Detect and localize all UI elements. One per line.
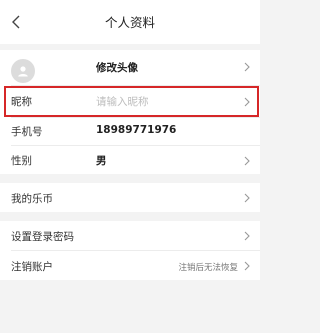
gender-value: 男 (96, 155, 107, 167)
change-avatar-label: 修改头像 (96, 62, 138, 74)
phone-label: 手机号 (11, 126, 43, 138)
cancel-account-label: 注销账户 (11, 261, 53, 273)
phone-row: 手机号 18989771976 (0, 118, 260, 144)
chevron-right-icon (244, 97, 250, 107)
profile-page: 个人资料 修改头像 昵称 请输入昵称 手机号 18989771976 性别 男 … (0, 0, 260, 333)
chevron-right-icon (244, 156, 250, 166)
cancel-account-row[interactable]: 注销账户 注销后无法恢复 (0, 251, 260, 280)
chevron-right-icon (244, 231, 250, 241)
avatar-row[interactable]: 修改头像 (0, 50, 260, 84)
set-password-label: 设置登录密码 (11, 231, 74, 243)
nickname-input[interactable]: 请输入昵称 (96, 94, 149, 109)
nickname-row[interactable]: 昵称 请输入昵称 (0, 87, 260, 116)
phone-value: 18989771976 (96, 124, 177, 136)
avatar[interactable] (11, 59, 35, 83)
gender-label: 性别 (11, 155, 32, 167)
set-password-row[interactable]: 设置登录密码 (0, 221, 260, 250)
chevron-right-icon (244, 261, 250, 271)
chevron-right-icon (244, 193, 250, 203)
coins-section: 我的乐币 (0, 183, 260, 212)
cancel-account-hint: 注销后无法恢复 (178, 263, 238, 273)
divider (11, 85, 260, 86)
profile-section: 修改头像 昵称 请输入昵称 手机号 18989771976 性别 男 (0, 50, 260, 174)
account-section: 设置登录密码 注销账户 注销后无法恢复 (0, 221, 260, 280)
my-coins-row[interactable]: 我的乐币 (0, 183, 260, 212)
my-coins-label: 我的乐币 (11, 193, 53, 205)
nav-bar: 个人资料 (0, 0, 260, 44)
chevron-right-icon (244, 62, 250, 72)
user-icon (18, 66, 28, 77)
nickname-label: 昵称 (11, 96, 32, 108)
page-title: 个人资料 (104, 15, 155, 30)
gender-row[interactable]: 性别 男 (0, 146, 260, 174)
